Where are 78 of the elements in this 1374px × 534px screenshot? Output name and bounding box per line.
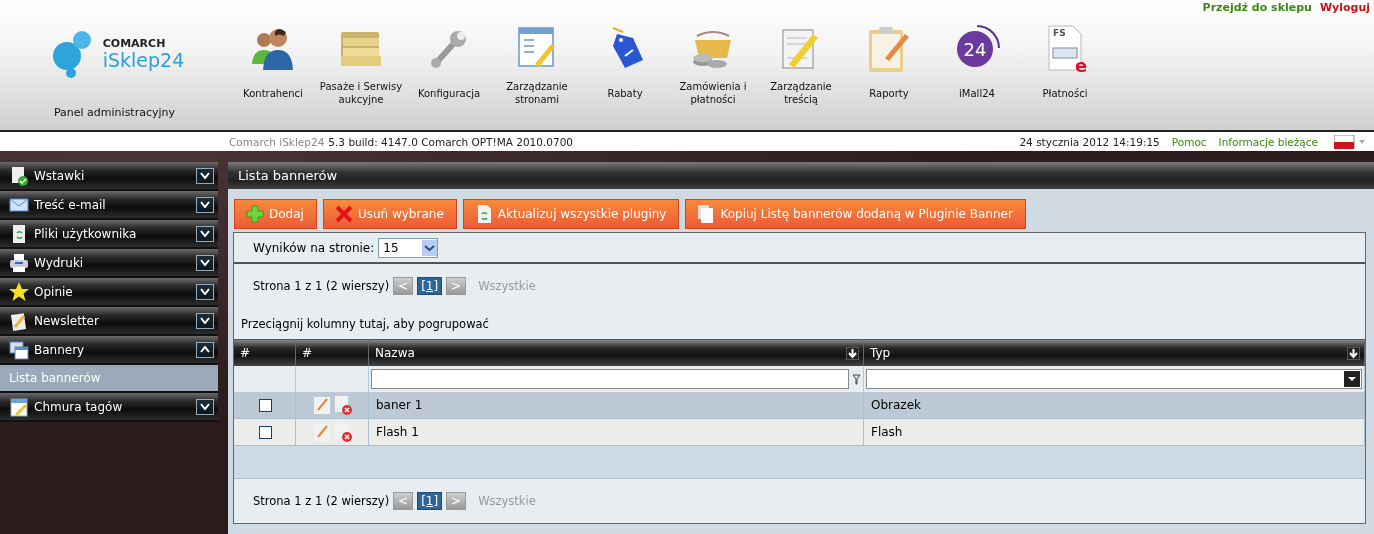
sidebar-item[interactable]: Opinie (0, 278, 218, 307)
expand-toggle[interactable] (196, 167, 214, 184)
row-checkbox[interactable] (259, 398, 272, 412)
product-name: iSklep24 (102, 49, 185, 70)
filter-field[interactable] (371, 369, 849, 389)
brand-name: COMARCH (102, 36, 167, 50)
expand-toggle[interactable] (196, 398, 214, 415)
sidebar-item[interactable]: Wstawki (0, 162, 218, 191)
page-editor-icon (8, 395, 30, 418)
sidebar-item[interactable]: Treść e-mail (0, 191, 218, 220)
header-link[interactable]: Pomoc (1171, 135, 1207, 148)
plus-icon (245, 204, 265, 224)
flag-icon[interactable] (1334, 134, 1366, 149)
printer-icon (8, 251, 30, 274)
column-header[interactable]: Typ (864, 339, 1365, 366)
nav-item[interactable]: FS e Płatności (1021, 22, 1109, 106)
shop-link[interactable]: Przejdź do sklepu (1202, 0, 1312, 14)
header-link[interactable]: Informacje bieżące (1218, 135, 1318, 148)
delete-icon[interactable] (334, 421, 354, 443)
row-checkbox[interactable] (259, 425, 272, 439)
expand-toggle[interactable] (196, 225, 214, 242)
sidebar-item[interactable]: Newsletter (0, 307, 218, 336)
sidebar-item[interactable]: Wydruki (0, 249, 218, 278)
nav-item[interactable]: Raporty (845, 22, 933, 106)
caret-icon (200, 346, 210, 353)
caret-icon (200, 259, 210, 266)
filter-icon[interactable] (852, 373, 861, 385)
caret-icon (200, 172, 210, 179)
sidebar-item[interactable]: Bannery (0, 336, 218, 365)
column-header[interactable]: # (234, 339, 296, 366)
expand-toggle[interactable] (196, 254, 214, 271)
expand-toggle[interactable] (196, 196, 214, 213)
sort-icon[interactable] (846, 346, 859, 360)
caret-icon (200, 230, 210, 237)
expand-toggle[interactable] (196, 283, 214, 300)
logo-caption: Panel administracyjny (53, 106, 176, 119)
caret-icon (200, 317, 210, 324)
nav-item[interactable]: 24 iMall24 (933, 22, 1021, 106)
version-text: 5.3 build: 4147.0 Comarch OPT!MA 2010.0700 (328, 135, 573, 148)
date-time: 24 stycznia 2012 14:19:15 (1019, 135, 1160, 148)
expand-toggle[interactable] (196, 312, 214, 329)
sidebar-item[interactable]: Pliki użytkownika (0, 220, 218, 249)
table-cell: Flash (864, 419, 1365, 446)
page-number-button[interactable]: [1] (417, 492, 443, 510)
nav-item[interactable]: Konfiguracja (405, 22, 493, 106)
caret-icon (1344, 371, 1360, 387)
column-header[interactable]: # (296, 339, 369, 366)
page-size-select[interactable]: 15 (378, 237, 439, 258)
nav-item[interactable]: Pasaże i Serwisy aukcyjne (317, 22, 405, 106)
nav-item[interactable]: Zamówienia i płatności (669, 22, 757, 106)
page-summary: Strona 1 z 1 (2 wierszy) (253, 279, 390, 293)
logout-link[interactable]: Wyloguj (1319, 0, 1370, 14)
page-size-label: Wyników na stronie: (253, 240, 375, 255)
page-summary: Strona 1 z 1 (2 wierszy) (253, 494, 390, 508)
windows-icon (8, 338, 30, 361)
expand-toggle[interactable] (196, 341, 214, 358)
column-header[interactable]: Nazwa (369, 339, 864, 366)
caret-icon (422, 239, 438, 256)
caret-icon (200, 201, 210, 208)
table-cell: Flash 1 (369, 419, 864, 446)
panel-title: Lista bannerów (228, 162, 1374, 189)
nav-item[interactable]: Kontrahenci (229, 22, 317, 106)
star-icon (8, 280, 30, 303)
nav-item[interactable]: Rabaty (581, 22, 669, 106)
group-hint: Przeciągnij kolumny tutaj, aby pogrupować (240, 316, 490, 333)
nav-item[interactable]: Zarządzanie treścią (757, 22, 845, 106)
product-name: Comarch iSklep24 (229, 135, 325, 148)
page-number-button[interactable]: [1] (417, 277, 443, 295)
filter-dropdown[interactable] (866, 369, 1362, 389)
caret-icon (200, 288, 210, 295)
delete-icon[interactable] (334, 394, 354, 416)
sidebar-item[interactable]: Chmura tagów (0, 393, 218, 422)
table-cell: baner 1 (369, 392, 864, 419)
nav-item[interactable]: Zarządzanie stronami (493, 22, 581, 106)
close-icon (333, 204, 354, 224)
caret-icon (200, 403, 210, 410)
table-cell: Obrazek (864, 392, 1365, 419)
sort-icon[interactable] (1347, 346, 1360, 360)
